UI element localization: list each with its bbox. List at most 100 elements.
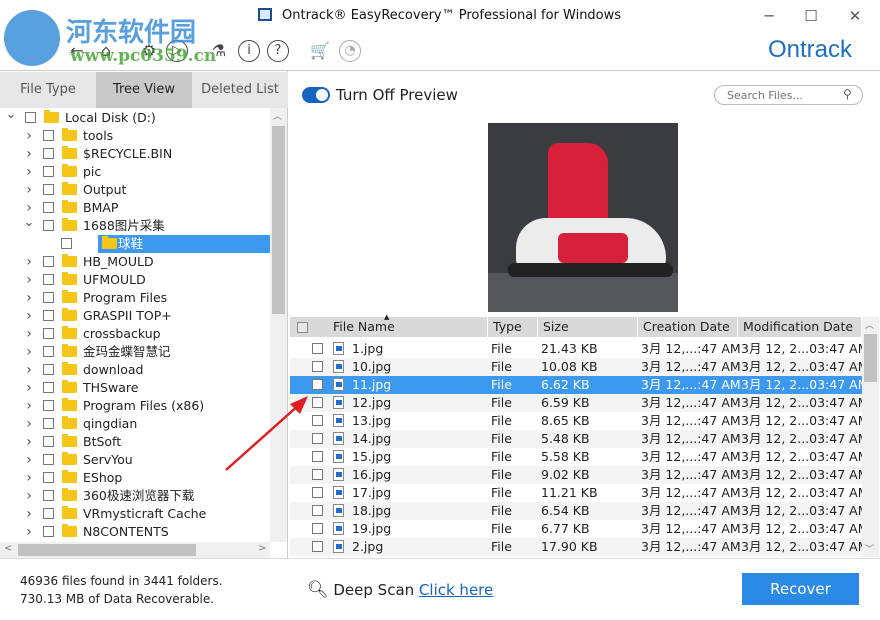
tree-checkbox[interactable] bbox=[43, 454, 54, 465]
file-row[interactable]: 18.jpg File 6.54 KB 3月 12,...:47 AM 3月 1… bbox=[290, 502, 868, 520]
file-row[interactable]: 12.jpg File 6.59 KB 3月 12,...:47 AM 3月 1… bbox=[290, 394, 868, 412]
file-checkbox[interactable] bbox=[312, 541, 323, 552]
chevron-right-icon[interactable]: › bbox=[23, 343, 35, 361]
chevron-right-icon[interactable]: › bbox=[23, 379, 35, 397]
tree-checkbox[interactable] bbox=[43, 346, 54, 357]
tree-checkbox[interactable] bbox=[43, 256, 54, 267]
tree-item[interactable]: › HB_MOULD bbox=[0, 253, 270, 271]
file-row[interactable]: 11.jpg File 6.62 KB 3月 12,...:47 AM 3月 1… bbox=[290, 376, 868, 394]
file-checkbox[interactable] bbox=[312, 361, 323, 372]
tree-checkbox[interactable] bbox=[25, 112, 36, 123]
tree-checkbox[interactable] bbox=[43, 202, 54, 213]
chevron-right-icon[interactable]: › bbox=[23, 433, 35, 451]
tree-hscroll-thumb[interactable] bbox=[18, 544, 196, 556]
tree-item[interactable]: › crossbackup bbox=[0, 325, 270, 343]
chevron-right-icon[interactable]: › bbox=[23, 505, 35, 523]
tree-item[interactable]: ⌄ 1688图片采集 bbox=[0, 214, 270, 235]
col-creation-date[interactable]: Creation Date bbox=[638, 317, 738, 337]
chevron-right-icon[interactable]: › bbox=[23, 523, 35, 541]
tree-checkbox[interactable] bbox=[43, 292, 54, 303]
preview-toggle[interactable] bbox=[302, 87, 330, 103]
scroll-up-icon[interactable]: ︿ bbox=[273, 109, 282, 122]
tree-checkbox[interactable] bbox=[43, 220, 54, 231]
tree-item[interactable]: ⌄ Local Disk (D:) bbox=[0, 106, 270, 127]
tree-item[interactable]: › pic bbox=[0, 163, 270, 181]
file-row[interactable]: 1.jpg File 21.43 KB 3月 12,...:47 AM 3月 1… bbox=[290, 340, 868, 358]
scroll-up-icon[interactable]: ︿ bbox=[865, 318, 874, 331]
tree-item[interactable]: › download bbox=[0, 361, 270, 379]
tree-checkbox[interactable] bbox=[43, 472, 54, 483]
search-icon[interactable]: ⚲ bbox=[843, 87, 852, 101]
col-modification-date[interactable]: Modification Date bbox=[738, 317, 862, 337]
tree-item[interactable]: › 360极速浏览器下载 bbox=[0, 487, 270, 505]
file-row[interactable]: 2.jpg File 17.90 KB 3月 12,...:47 AM 3月 1… bbox=[290, 538, 868, 556]
select-all-checkbox[interactable] bbox=[297, 322, 308, 333]
tree-item[interactable]: › VRmysticraft Cache bbox=[0, 505, 270, 523]
tree-scroll-thumb[interactable] bbox=[272, 126, 285, 314]
tree-item[interactable]: › 金玛金蝶智慧记 bbox=[0, 343, 270, 361]
chevron-right-icon[interactable]: › bbox=[23, 325, 35, 343]
deep-scan-link[interactable]: Click here bbox=[419, 581, 493, 599]
tree-checkbox[interactable] bbox=[43, 508, 54, 519]
tree-item[interactable]: › tools bbox=[0, 127, 270, 145]
cart-icon[interactable]: 🛒 bbox=[309, 40, 331, 62]
file-row[interactable]: 17.jpg File 11.21 KB 3月 12,...:47 AM 3月 … bbox=[290, 484, 868, 502]
tree-checkbox[interactable] bbox=[43, 364, 54, 375]
recover-button[interactable]: Recover bbox=[742, 573, 859, 605]
chevron-right-icon[interactable]: › bbox=[23, 487, 35, 505]
chevron-right-icon[interactable]: › bbox=[23, 145, 35, 163]
help-icon[interactable]: ? bbox=[267, 40, 289, 62]
home-icon[interactable]: ⌂ bbox=[95, 40, 117, 62]
maximize-button[interactable]: ☐ bbox=[796, 4, 826, 28]
tab-deleted-list[interactable]: Deleted List bbox=[192, 72, 288, 108]
tree-checkbox[interactable] bbox=[43, 328, 54, 339]
tree-checkbox[interactable] bbox=[61, 238, 72, 249]
tree-item[interactable]: › Output bbox=[0, 181, 270, 199]
scroll-left-icon[interactable]: < bbox=[4, 543, 12, 554]
file-row[interactable]: 19.jpg File 6.77 KB 3月 12,...:47 AM 3月 1… bbox=[290, 520, 868, 538]
tree-checkbox[interactable] bbox=[43, 148, 54, 159]
back-icon[interactable]: ← bbox=[66, 40, 88, 62]
tree-checkbox[interactable] bbox=[43, 184, 54, 195]
file-checkbox[interactable] bbox=[312, 343, 323, 354]
minimize-button[interactable]: ─ bbox=[754, 4, 784, 28]
tab-tree-view[interactable]: Tree View bbox=[96, 72, 192, 108]
search-files-input[interactable] bbox=[714, 85, 863, 105]
restore-icon[interactable]: ▷ bbox=[166, 40, 188, 62]
chevron-down-icon[interactable]: ⌄ bbox=[5, 106, 17, 124]
col-size[interactable]: Size bbox=[538, 317, 638, 337]
chevron-right-icon[interactable]: › bbox=[23, 397, 35, 415]
chevron-right-icon[interactable]: › bbox=[23, 271, 35, 289]
file-row[interactable]: 13.jpg File 8.65 KB 3月 12,...:47 AM 3月 1… bbox=[290, 412, 868, 430]
chevron-right-icon[interactable]: › bbox=[23, 307, 35, 325]
scroll-right-icon[interactable]: > bbox=[258, 543, 266, 554]
chevron-right-icon[interactable]: › bbox=[23, 451, 35, 469]
tree-checkbox[interactable] bbox=[43, 310, 54, 321]
chevron-right-icon[interactable]: › bbox=[23, 289, 35, 307]
chevron-right-icon[interactable]: › bbox=[23, 415, 35, 433]
user-icon[interactable]: ◔ bbox=[339, 40, 361, 62]
tree-item[interactable]: › BMAP bbox=[0, 199, 270, 217]
scroll-down-icon[interactable]: ﹀ bbox=[865, 542, 874, 555]
chevron-right-icon[interactable]: › bbox=[23, 127, 35, 145]
chevron-right-icon[interactable]: › bbox=[23, 469, 35, 487]
tree-item[interactable]: › $RECYCLE.BIN bbox=[0, 145, 270, 163]
tree-checkbox[interactable] bbox=[43, 418, 54, 429]
file-list-scroll-thumb[interactable] bbox=[864, 334, 877, 382]
file-row[interactable]: 15.jpg File 5.58 KB 3月 12,...:47 AM 3月 1… bbox=[290, 448, 868, 466]
tab-file-type[interactable]: File Type bbox=[0, 72, 96, 108]
tree-checkbox[interactable] bbox=[43, 400, 54, 411]
col-file-name[interactable]: File Name bbox=[328, 317, 488, 337]
tree-checkbox[interactable] bbox=[43, 490, 54, 501]
chevron-right-icon[interactable]: › bbox=[23, 181, 35, 199]
chevron-right-icon[interactable]: › bbox=[23, 361, 35, 379]
tree-item[interactable]: › GRASPII TOP+ bbox=[0, 307, 270, 325]
chevron-down-icon[interactable]: ⌄ bbox=[23, 214, 35, 232]
tree-item[interactable]: › UFMOULD bbox=[0, 271, 270, 289]
tree-checkbox[interactable] bbox=[43, 436, 54, 447]
microscope-icon[interactable]: ⚗ bbox=[208, 40, 230, 62]
close-button[interactable]: ✕ bbox=[840, 4, 870, 28]
tree-checkbox[interactable] bbox=[43, 166, 54, 177]
tree-item[interactable]: › Program Files bbox=[0, 289, 270, 307]
file-checkbox[interactable] bbox=[312, 505, 323, 516]
